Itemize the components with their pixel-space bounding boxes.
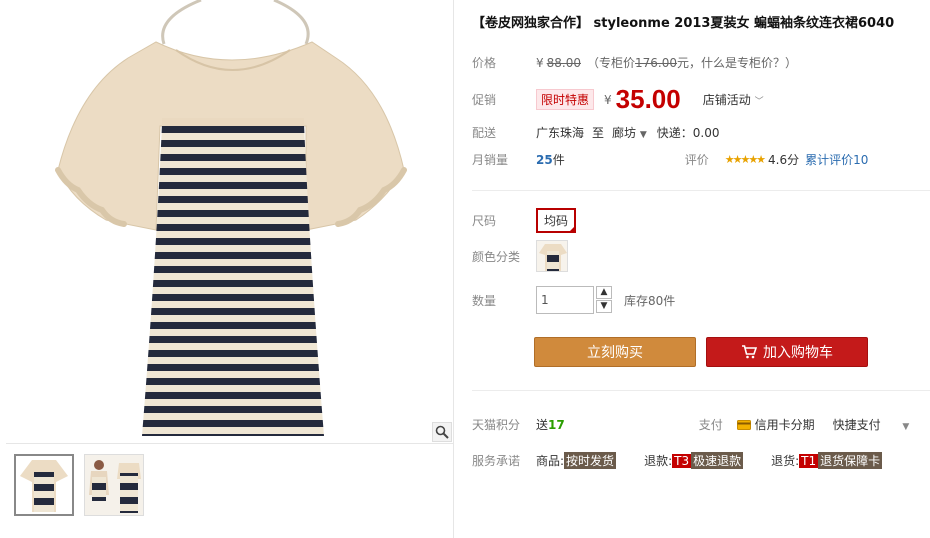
rating-label: 评价: [684, 153, 709, 167]
thumbnail-2[interactable]: [84, 454, 144, 516]
rating-score: 4.6分: [768, 153, 800, 167]
thumbnail-2-image: [85, 455, 143, 515]
shipping-destination[interactable]: 廊坊 ▼: [612, 124, 647, 141]
promo-currency: ¥: [604, 92, 612, 107]
pay-label: 支付: [698, 418, 723, 432]
thumbnail-1-image: [20, 460, 68, 512]
promo-tag: 限时特惠: [536, 89, 595, 110]
quantity-increase-button[interactable]: ▲: [596, 286, 612, 299]
quantity-stepper: ▲ ▼: [596, 286, 612, 314]
product-main-image[interactable]: [6, 0, 454, 444]
zoom-icon: [435, 425, 449, 439]
thumbnail-strip: [14, 454, 144, 518]
points-value: 17: [548, 417, 565, 432]
credit-installment-label: 信用卡分期: [754, 418, 815, 432]
shipping-to-word: 至: [592, 126, 605, 140]
goods-label: 商品:: [536, 454, 565, 468]
price-label: 价格: [472, 56, 497, 70]
product-gallery: [6, 0, 454, 538]
promo-price: 35.00: [615, 84, 681, 114]
express-fee: 快递：0.00: [656, 126, 720, 140]
color-option[interactable]: [536, 240, 568, 272]
counter-price-suffix[interactable]: 元，什么是专柜价？）: [677, 54, 797, 71]
product-info: 【卷皮网独家合作】 styleonme 2013夏装女 蝙蝠袖条纹连衣裙6040…: [472, 0, 930, 538]
refund-code: T3: [672, 453, 692, 468]
goods-tag[interactable]: 按时发货: [564, 452, 617, 469]
shipping-destination-label: 廊坊: [612, 126, 637, 140]
cart-icon: [742, 345, 757, 359]
sales-label: 月销量: [472, 153, 509, 167]
refund-label: 退款:: [644, 454, 673, 468]
promo-label: 促销: [472, 93, 497, 107]
quick-pay-label: 快捷支付: [832, 418, 881, 432]
quick-pay[interactable]: 快捷支付 ▼: [833, 416, 910, 433]
divider: [472, 390, 930, 391]
shipping-from: 广东珠海: [536, 126, 585, 140]
selected-corner-icon: [568, 225, 577, 233]
buy-now-label: 立刻购买: [587, 345, 643, 361]
counter-price-prefix: （专柜价: [587, 56, 636, 70]
thumbnail-1[interactable]: [14, 454, 74, 516]
shop-activity-link[interactable]: 店铺活动 ﹀: [703, 91, 764, 108]
promo-row: 促销 限时特惠 ¥ 35.00 店铺活动 ﹀: [472, 84, 764, 115]
dress-illustration: [55, 0, 407, 436]
refund-tag[interactable]: 极速退款: [691, 452, 744, 469]
points-prefix: 送: [536, 418, 549, 432]
credit-installment[interactable]: 信用卡分期: [736, 416, 815, 433]
original-price: 88.00: [546, 55, 581, 70]
add-to-cart-button[interactable]: 加入购物车: [706, 337, 868, 367]
shipping-label: 配送: [472, 126, 497, 140]
add-to-cart-label: 加入购物车: [763, 345, 833, 361]
price-row: 价格 ¥ 88.00 （专柜价 176.00 元，什么是专柜价？）: [472, 54, 797, 71]
service-label: 服务承诺: [472, 454, 521, 468]
stock-text: 库存80件: [624, 293, 676, 308]
divider: [472, 190, 930, 191]
price-currency: ¥: [536, 55, 544, 70]
rating-stars: ★★★★★: [724, 153, 766, 166]
size-row: 尺码 均码: [472, 208, 577, 233]
buy-now-button[interactable]: 立刻购买: [534, 337, 696, 367]
return-tag[interactable]: 退货保障卡: [818, 452, 883, 469]
caret-down-icon: ▼: [639, 130, 647, 140]
service-row: 服务承诺 商品: 按时发货 退款: T3 极速退款 退货: T1 退货保障卡: [472, 452, 883, 469]
caret-down-icon: ▼: [902, 422, 910, 432]
return-label: 退货:: [771, 454, 800, 468]
size-option-label: 均码: [544, 214, 569, 228]
chevron-down-icon: ﹀: [754, 97, 764, 107]
color-row: 颜色分类: [472, 240, 568, 272]
counter-price-value: 176.00: [635, 55, 678, 70]
points-label: 天猫积分: [472, 418, 521, 432]
zoom-button[interactable]: [432, 422, 452, 442]
shop-activity-label: 店铺活动: [702, 93, 751, 107]
quantity-row: 数量 1 ▲ ▼ 库存80件: [472, 286, 675, 314]
quantity-decrease-button[interactable]: ▼: [596, 300, 612, 313]
size-option-onesize[interactable]: 均码: [536, 208, 577, 233]
credit-card-icon: [736, 420, 751, 430]
color-option-image: [537, 241, 567, 271]
quantity-input[interactable]: 1: [536, 286, 594, 314]
quantity-label: 数量: [472, 293, 497, 308]
color-label: 颜色分类: [472, 249, 521, 264]
sales-count: 25: [536, 152, 553, 167]
sales-unit: 件: [552, 153, 565, 167]
reviews-link[interactable]: 累计评价10: [805, 151, 868, 168]
product-title: 【卷皮网独家合作】 styleonme 2013夏装女 蝙蝠袖条纹连衣裙6040: [472, 16, 895, 31]
size-label: 尺码: [472, 214, 497, 228]
return-code: T1: [799, 453, 819, 468]
sales-row: 月销量 25 件 评价 ★★★★★ 4.6分 累计评价10: [472, 151, 868, 168]
points-row: 天猫积分 送 17 支付 信用卡分期 快捷支付 ▼: [472, 416, 909, 433]
shipping-row: 配送 广东珠海 至 廊坊 ▼ 快递：0.00: [472, 124, 720, 141]
